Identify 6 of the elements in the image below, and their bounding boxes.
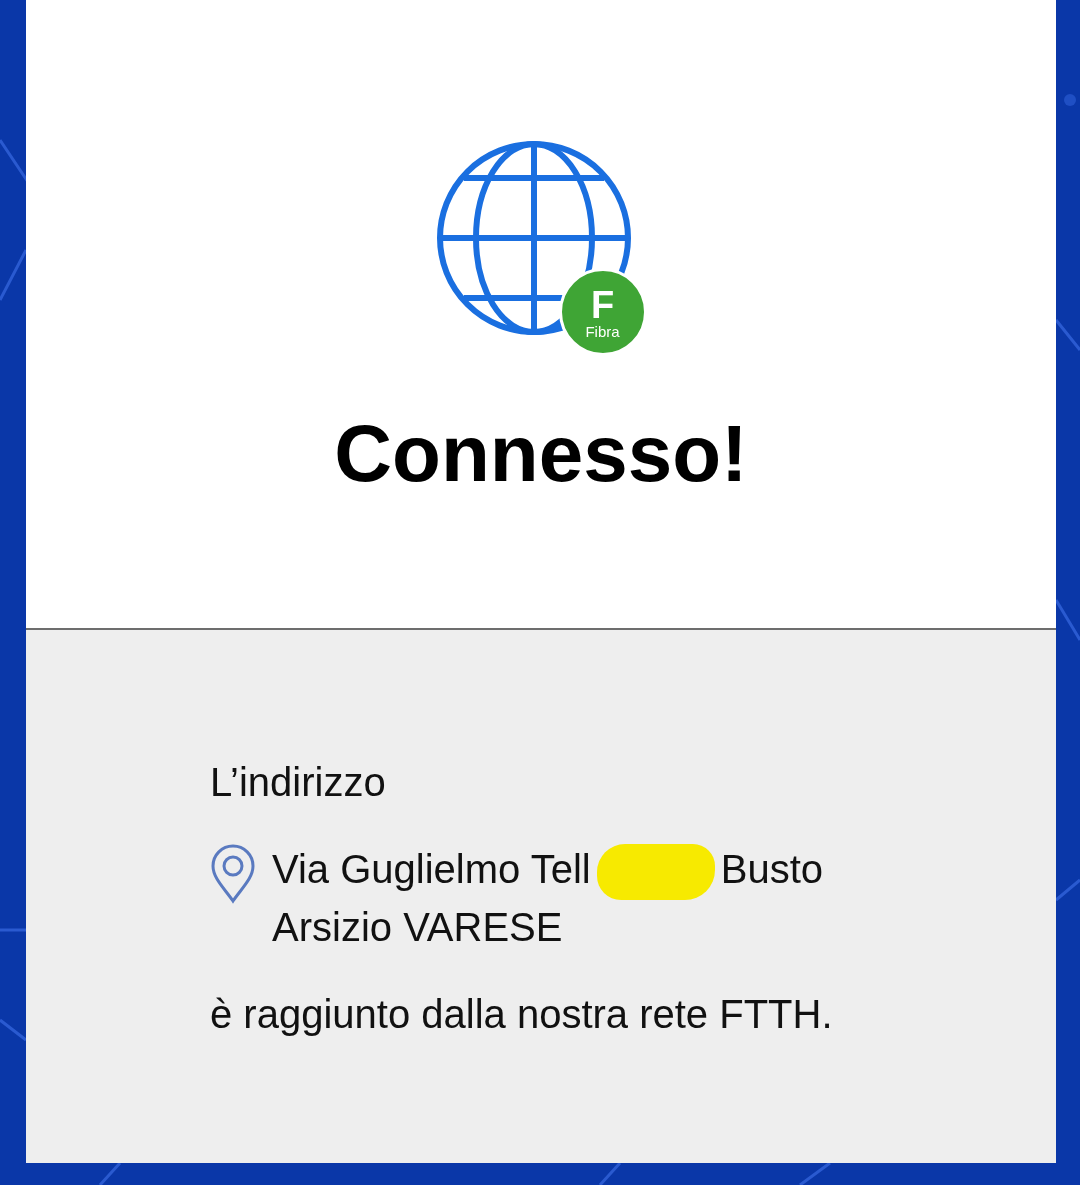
address-label: L’indirizzo — [210, 759, 387, 806]
status-title: Connesso! — [334, 414, 748, 494]
coverage-message: è raggiunto dalla nostra rete FTTH. — [210, 991, 834, 1039]
address-text: Via Guglielmo Tell Busto Arsizio VARESE — [272, 842, 882, 955]
fiber-badge: F Fibra — [558, 268, 647, 356]
location-pin-icon — [210, 844, 256, 904]
